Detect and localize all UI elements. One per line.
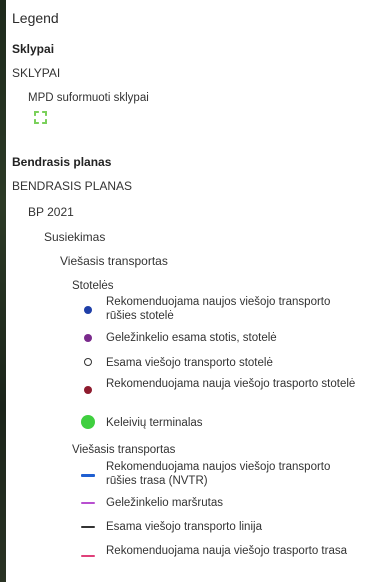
- dashed-square-icon: [34, 111, 47, 124]
- legend-item-label: Rekomenduojama naujos viešojo transporto…: [106, 461, 331, 487]
- layer-name-sklypai: SKLYPAI: [12, 66, 61, 80]
- heading-viesasis-transportas: Viešasis transportas: [72, 444, 176, 456]
- section-title-bendrasis-planas: Bendrasis planas: [12, 155, 112, 169]
- legend-item-label: Esama viešojo transporto stotelė: [106, 357, 273, 369]
- blue-dot-icon: [84, 306, 92, 314]
- legend-item-label: Rekomenduojama nauja viešojo trasporto s…: [106, 378, 356, 390]
- legend-item-label: Rekomenduojama naujos viešojo transporto…: [106, 296, 331, 322]
- legend-item-label: Geležinkelio esama stotis, stotelė: [106, 332, 277, 344]
- hollow-circle-icon: [84, 358, 92, 366]
- purple-dot-icon: [84, 334, 92, 342]
- green-circle-icon: [81, 415, 95, 429]
- subgroup-viesasis-transportas: Viešasis transportas: [60, 254, 168, 268]
- darkred-dot-icon: [84, 386, 92, 394]
- legend-panel: Legend Sklypai SKLYPAI MPD suformuoti sk…: [6, 0, 381, 582]
- legend-title: Legend: [12, 10, 59, 26]
- legend-item-label: MPD suformuoti sklypai: [28, 92, 149, 104]
- group-susiekimas: Susiekimas: [44, 230, 106, 244]
- legend-item-label: Keleivių terminalas: [106, 417, 203, 429]
- heading-stoteles: Stotelės: [72, 280, 114, 292]
- pink-line-icon: [81, 555, 95, 557]
- legend-item-label: Esama viešojo transporto linija: [106, 521, 262, 533]
- sublayer-bp-2021: BP 2021: [28, 205, 74, 219]
- section-title-sklypai: Sklypai: [12, 42, 55, 56]
- black-line-icon: [81, 526, 95, 528]
- legend-item-label: Geležinkelio maršrutas: [106, 497, 223, 509]
- purple-line-icon: [81, 502, 95, 504]
- legend-item-label: Rekomenduojama nauja viešojo trasporto t…: [106, 545, 347, 557]
- blue-line-icon: [81, 474, 95, 477]
- layer-name-bendrasis-planas: BENDRASIS PLANAS: [12, 179, 133, 193]
